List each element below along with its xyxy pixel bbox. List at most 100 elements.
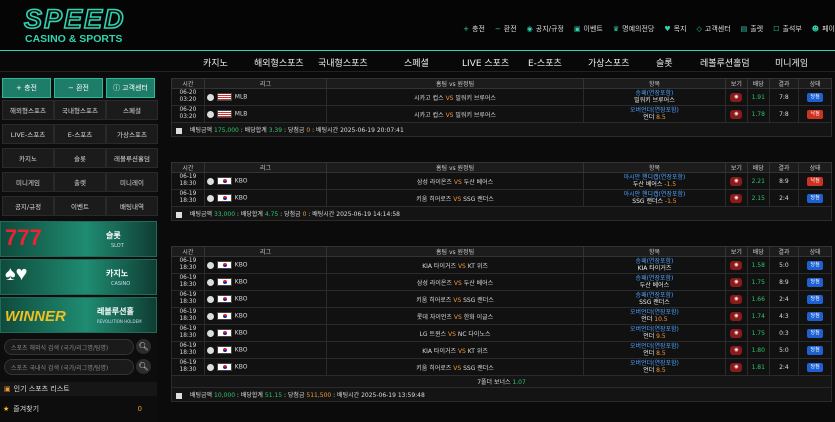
odds-cell: 1.81: [746, 358, 770, 376]
menu-icon: ☐: [773, 25, 780, 33]
away-team: SSG 랜더스: [463, 296, 494, 304]
match-cell: LG 트윈스 VS NC 다이노스: [326, 324, 584, 342]
nav-item[interactable]: 카지노: [203, 56, 228, 69]
select-checkbox[interactable]: [176, 211, 182, 218]
logo-main: SPEED: [23, 3, 126, 35]
top-menu-item[interactable]: ♥ 목지: [664, 24, 686, 34]
menu-icon: +: [463, 25, 470, 33]
top-menu-item[interactable]: ☐ 출석부: [773, 24, 802, 34]
eye-icon[interactable]: ◉: [730, 294, 743, 304]
result-cell: 5:0: [768, 256, 800, 274]
top-menu-item[interactable]: − 환전: [495, 24, 517, 34]
view-cell: ◉: [724, 88, 748, 106]
time-cell: 06-20 03:20: [171, 88, 205, 106]
pick-name: SSG 랜더스: [639, 299, 670, 306]
market-name: 승패(연장포함): [635, 275, 674, 282]
eye-icon[interactable]: ◉: [730, 176, 743, 186]
top-menu-item[interactable]: ◉ 공지/규정: [527, 24, 564, 34]
search-icon[interactable]: 🔍︎: [136, 339, 151, 354]
eye-icon[interactable]: ◉: [730, 362, 743, 372]
nav-item[interactable]: 해외형스포츠: [254, 56, 304, 69]
top-menu-item[interactable]: ▣ 이벤트: [574, 24, 603, 34]
top-menu-item[interactable]: + 충전: [463, 24, 485, 34]
top-menu-item[interactable]: ♛ 명예의전당: [613, 24, 654, 34]
select-checkbox[interactable]: [176, 392, 182, 399]
kr-flag-icon: [216, 363, 232, 371]
sidebar-menu-item[interactable]: 배팅내역: [106, 196, 158, 216]
table-header-row: 시간 리그 홈팀 vs 원정팀 항목 보기 배당 결과 상태: [171, 246, 832, 257]
match-time: 18:30: [179, 299, 197, 305]
eye-icon[interactable]: ◉: [730, 260, 743, 270]
column-header: 리그: [203, 162, 328, 173]
view-cell: ◉: [724, 324, 748, 342]
league-cell: KBO: [203, 172, 328, 190]
sidebar-menu-item[interactable]: 레볼루션홀덤: [106, 148, 158, 168]
bet-time: 2025-06-19 13:59:48: [361, 392, 425, 399]
sidebar-menu-item[interactable]: 슬롯: [54, 148, 106, 168]
eye-icon[interactable]: ◉: [730, 328, 743, 338]
away-team: 두산 베어스: [463, 279, 494, 287]
nav-item[interactable]: 가상스포츠: [588, 56, 629, 69]
column-header: 항목: [582, 162, 726, 173]
total-odds-label: 배당합계: [240, 211, 263, 218]
vs-label: VS: [445, 94, 454, 102]
sidebar-menu-item[interactable]: 스페셜: [106, 100, 158, 120]
casino-banner[interactable]: ♠♥ 카지노 CASINO: [0, 259, 157, 295]
logo[interactable]: SPEED CASINO & SPORTS: [23, 3, 136, 46]
nav-item[interactable]: 국내형스포츠: [318, 56, 368, 69]
nav-item[interactable]: 레볼루션홀덤: [700, 56, 750, 69]
sidebar-menu-item[interactable]: 미니게임: [2, 172, 54, 192]
nav-item[interactable]: 슬롯: [656, 56, 673, 69]
nav-item[interactable]: 스페셜: [404, 56, 429, 69]
total-odds-label: 배당합계: [244, 127, 267, 134]
slot-banner[interactable]: 777 슬롯 SLOT: [0, 221, 157, 257]
deposit-button[interactable]: + 충전: [2, 78, 51, 98]
popular-title: 인기 스포츠 리스트: [13, 385, 70, 393]
sidebar-menu-item[interactable]: 가상스포츠: [106, 124, 158, 144]
support-button[interactable]: ⓘ 고객센터: [106, 78, 155, 98]
sidebar-menu-item[interactable]: 공지/규정: [2, 196, 54, 216]
sidebar-menu-item[interactable]: 미니레이: [106, 172, 158, 192]
eye-icon[interactable]: ◉: [730, 311, 743, 321]
holdem-banner[interactable]: WINNER 레볼루션홀 REVOLUTION HOLDEM: [0, 297, 157, 333]
column-header: 배당: [746, 162, 770, 173]
top-menu-label: 출석부: [782, 25, 802, 33]
withdraw-button[interactable]: − 환전: [54, 78, 103, 98]
match-time: 18:30: [179, 265, 197, 271]
list-icon: ▣: [4, 385, 11, 393]
eye-icon[interactable]: ◉: [730, 109, 743, 119]
status-badge: 당첨: [807, 328, 824, 338]
view-cell: ◉: [724, 358, 748, 376]
sidebar-menu-item[interactable]: 출렛: [54, 172, 106, 192]
top-menu-item[interactable]: ◇ 고객센터: [697, 24, 731, 34]
nav-item[interactable]: LIVE 스포츠: [462, 56, 509, 69]
baseball-icon: [206, 177, 214, 185]
sidebar-menu-item[interactable]: 해외형스포츠: [2, 100, 54, 120]
eye-icon[interactable]: ◉: [730, 193, 743, 203]
home-team: 키움 히어로즈: [416, 364, 452, 372]
sidebar-menu-item[interactable]: E-스포츠: [54, 124, 106, 144]
market-name: 오버언더(연장포함): [630, 309, 679, 316]
pick-line: KIA 타이거즈: [584, 265, 725, 272]
select-checkbox[interactable]: [176, 127, 182, 134]
sidebar-menu-item[interactable]: 카지노: [2, 148, 54, 168]
eye-icon[interactable]: ◉: [730, 92, 743, 102]
domestic-search-input[interactable]: 스포츠 국내식 검색 (국가/리그명/팀명): [4, 359, 134, 375]
search-icon[interactable]: 🔍︎: [136, 359, 151, 374]
home-team: 삼성 라이온즈: [416, 178, 452, 186]
overseas-search-input[interactable]: 스포츠 해외식 검색 (국가/리그명/팀명): [4, 339, 134, 355]
match-date: 06-19: [179, 292, 197, 298]
nav-item[interactable]: E-스포츠: [528, 56, 562, 69]
bet-amount-label: 배팅금액: [190, 211, 213, 218]
top-menu-item[interactable]: ▤ 출렛: [741, 24, 764, 34]
odds-cell: 1.91: [746, 88, 770, 106]
market-name: 승패(연장포함): [635, 90, 674, 97]
eye-icon[interactable]: ◉: [730, 277, 743, 287]
favorites-row[interactable]: ★ 즐겨찾기 0: [0, 402, 157, 416]
nav-item[interactable]: 미니게임: [775, 56, 808, 69]
eye-icon[interactable]: ◉: [730, 345, 743, 355]
sidebar-menu-item[interactable]: 국내형스포츠: [54, 100, 106, 120]
top-menu-item[interactable]: ☻ 페이: [812, 24, 835, 34]
sidebar-menu-item[interactable]: LIVE-스포츠: [2, 124, 54, 144]
sidebar-menu-item[interactable]: 이벤트: [54, 196, 106, 216]
